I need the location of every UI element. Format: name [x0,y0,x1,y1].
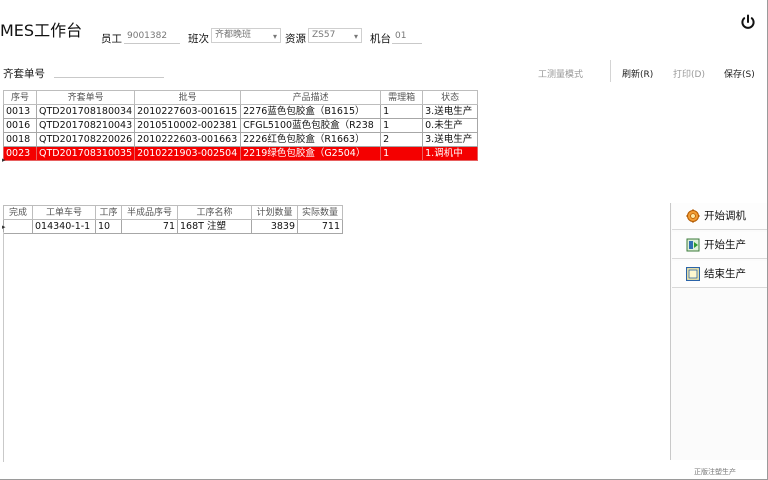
cell-actual-qty: 711 [297,219,343,234]
cell-process-name: 168T 注塑 [177,219,252,234]
col-header[interactable]: 工序名称 [177,205,252,220]
col-header[interactable]: 计划数量 [251,205,298,220]
footer-status: 正版注塑生产 [694,468,736,476]
table-row[interactable]: 0018 QTD201708220026 2010222603-001663 2… [3,132,479,147]
cell-process: 10 [95,219,122,234]
table-row[interactable]: 0013 QTD201708180034 2010227603-001615 2… [3,104,479,119]
machine-start-icon [686,238,700,252]
employee-label: 员工 [101,33,122,45]
cell-qty: 1 [380,146,424,161]
col-header[interactable]: 批号 [134,90,242,105]
start-tuning-button[interactable]: 开始调机 [672,203,767,230]
row-pointer-icon: ▸ [2,156,6,164]
col-header[interactable]: 序号 [3,90,37,105]
cell-qty: 2 [380,132,424,147]
start-production-label: 开始生产 [704,239,746,251]
order-search-input[interactable] [54,64,164,78]
machine-label: 机台 [370,33,391,45]
process-table: 完成 工单车号 工序 半成品序号 工序名称 计划数量 实际数量 014340-1… [3,205,343,234]
start-tuning-label: 开始调机 [704,210,746,222]
cell-product: 2276蓝色包胶盒（B1615） [240,104,382,119]
cell-product: 2226红色包胶盒（R1663） [240,132,382,147]
grid-left-border [3,232,4,462]
cell-qty: 1 [380,118,424,133]
shift-select[interactable]: 齐都晚班 ▾ [211,28,281,43]
cell-batch: 2010221903-002504 [134,146,242,161]
cell-work-order: 014340-1-1 [32,219,96,234]
action-panel: 开始调机 开始生产 结束生产 [670,203,767,460]
chevron-down-icon: ▾ [353,32,358,41]
cell-status: 3.送电生产 [422,132,479,147]
col-header[interactable]: 需理箱 [380,90,424,105]
employee-field[interactable]: 9001382 [124,30,180,44]
cell-kit-no: QTD201708180034 [35,104,136,119]
cell-status: 3.送电生产 [422,104,479,119]
cell-batch: 2010227603-001615 [134,104,242,119]
cell-kit-no: QTD201708210043 [35,118,136,133]
print-button[interactable]: 打印(D) [673,67,705,80]
cell-planned-qty: 3839 [251,219,298,234]
cell-seq: 0016 [3,118,37,133]
shift-select-value: 齐都晚班 [215,30,252,40]
refresh-button[interactable]: 刷新(R) [622,67,653,80]
cell-status: 1.调机中 [422,146,479,161]
order-table: 序号 齐套单号 批号 产品描述 需理箱 状态 0013 QTD201708180… [3,90,479,161]
col-header[interactable]: 状态 [422,90,479,105]
machine-field[interactable]: 01 [392,30,422,44]
cell-batch: 2010222603-001663 [134,132,242,147]
cell-status: 0.未生产 [422,118,479,133]
gear-icon [686,209,700,223]
search-label: 齐套单号 [3,68,45,80]
col-header[interactable]: 工序 [95,205,122,220]
cell-product: 2219绿色包胶盒（G2504） [240,146,382,161]
col-header[interactable]: 完成 [3,205,33,220]
toolbar-divider [610,60,611,82]
cell-seq: 0023 [3,146,37,161]
end-production-button[interactable]: 结束生产 [672,261,767,288]
end-production-label: 结束生产 [704,268,746,280]
cell-kit-no: QTD201708220026 [35,132,136,147]
table-row[interactable]: 0016 QTD201708210043 2010510002-002381 C… [3,118,479,133]
cell-seq: 0013 [3,104,37,119]
save-button[interactable]: 保存(S) [724,67,755,80]
test-mode-button[interactable]: 工测量模式 [538,67,583,80]
row-pointer-icon: ▸ [2,223,6,231]
chevron-down-icon: ▾ [272,32,277,41]
app-title: MES工作台 [0,21,83,40]
stop-icon [686,267,700,281]
table-row-selected[interactable]: 0023 QTD201708310035 2010221903-002504 2… [3,146,479,161]
col-header[interactable]: 半成品序号 [121,205,178,220]
cell-semi-seq: 71 [121,219,178,234]
col-header[interactable]: 实际数量 [297,205,343,220]
resource-select-value: ZS57 [312,30,336,40]
cell-product: CFGL5100蓝色包胶盒（R238 [240,118,382,133]
cell-seq: 0018 [3,132,37,147]
cell-kit-no: QTD201708310035 [35,146,136,161]
order-table-header: 序号 齐套单号 批号 产品描述 需理箱 状态 [3,90,479,105]
col-header[interactable]: 工单车号 [32,205,96,220]
col-header[interactable]: 产品描述 [240,90,382,105]
start-production-button[interactable]: 开始生产 [672,232,767,259]
resource-label: 资源 [285,33,306,45]
resource-select[interactable]: ZS57 ▾ [308,28,362,43]
cell-batch: 2010510002-002381 [134,118,242,133]
table-row[interactable]: 014340-1-1 10 71 168T 注塑 3839 711 [3,219,343,234]
col-header[interactable]: 齐套单号 [35,90,136,105]
shift-label: 班次 [188,33,209,45]
cell-qty: 1 [380,104,424,119]
power-icon[interactable] [740,14,756,30]
mes-workbench-window: MES工作台 员工 9001382 班次 齐都晚班 ▾ 资源 ZS57 ▾ 机台… [0,0,768,480]
process-table-header: 完成 工单车号 工序 半成品序号 工序名称 计划数量 实际数量 [3,205,343,220]
cell-done-checkbox[interactable] [3,219,33,234]
